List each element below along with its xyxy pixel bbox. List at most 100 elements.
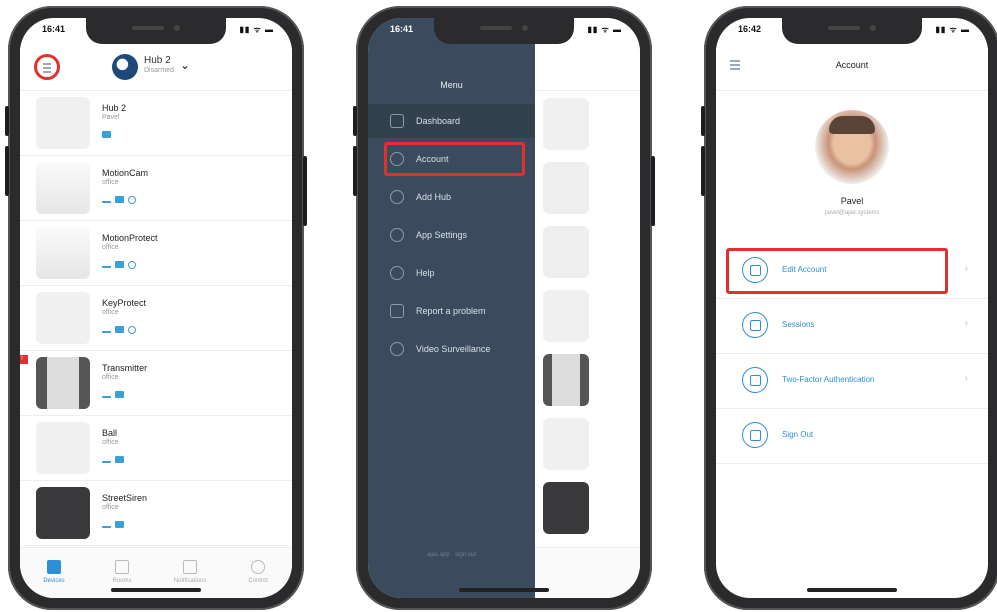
sessions-row[interactable]: Sessions › — [716, 299, 988, 354]
device-indicators — [102, 131, 111, 138]
menu-item-add-hub[interactable]: Add Hub — [368, 180, 535, 214]
status-icons: ▮▮ ᯤ ▬ — [935, 25, 970, 34]
list-item[interactable]: StreetSiren office — [20, 481, 292, 546]
gear-icon — [742, 257, 768, 283]
device-name: Ball — [102, 428, 118, 438]
list-item[interactable]: Hub 2 Pavel — [20, 91, 292, 156]
device-name: Hub 2 — [102, 103, 127, 113]
menu-item-label: Add Hub — [416, 192, 452, 202]
menu-item-video-surveillance[interactable]: Video Surveillance — [368, 332, 535, 366]
device-room: office — [102, 244, 119, 251]
menu-item-label: Video Surveillance — [416, 344, 491, 354]
menu-title: Menu — [440, 80, 463, 90]
device-indicators — [102, 391, 124, 398]
tab-control[interactable]: Control — [224, 548, 292, 598]
device-name: MotionProtect — [102, 233, 158, 243]
device-name: Transmitter — [102, 363, 148, 373]
menu-item-app-settings[interactable]: App Settings — [368, 218, 535, 252]
device-list: Hub 2 Pavel MotionCam office MotionProte… — [20, 91, 292, 546]
phone-account: 16:42 ▮▮ ᯤ ▬ Account Pavel pavel@ajax.sy… — [701, 6, 997, 610]
phone-menu: 16:41 ▮▮ ᯤ ▬ Menu Dashboard Account Add … — [353, 6, 655, 610]
list-item[interactable]: MotionProtect office — [20, 221, 292, 286]
phone-icon — [742, 312, 768, 338]
report-icon — [390, 304, 404, 318]
list-item[interactable]: MotionCam office — [20, 156, 292, 221]
user-email: pavel@ajax.systems — [824, 210, 880, 216]
status-icons: ▮▮ ᯤ ▬ — [239, 25, 274, 34]
settings-icon — [390, 228, 404, 242]
side-menu: Menu Dashboard Account Add Hub App Setti… — [368, 18, 535, 598]
row-label: Two-Factor Authentication — [782, 375, 875, 384]
menu-footer: ajax.app · sign out — [426, 552, 477, 558]
menu-item-report-problem[interactable]: Report a problem — [368, 294, 535, 328]
two-factor-row[interactable]: Two-Factor Authentication › — [716, 354, 988, 409]
chevron-right-icon: › — [964, 263, 968, 274]
phone-devices: 16:41 ▮▮ ᯤ ▬ Hub 2 Disarmed ⌄ Hub 2 Pave… — [5, 6, 307, 610]
device-list-background — [535, 18, 640, 598]
device-image — [36, 487, 90, 539]
device-image — [36, 292, 90, 344]
device-name: MotionCam — [102, 168, 149, 178]
devices-screen: 16:41 ▮▮ ᯤ ▬ Hub 2 Disarmed ⌄ Hub 2 Pave… — [20, 18, 292, 598]
account-icon — [390, 152, 404, 166]
device-image — [36, 422, 90, 474]
notifications-icon — [183, 560, 197, 574]
sign-out-icon — [742, 422, 768, 448]
status-time: 16:41 — [42, 24, 66, 34]
tab-label: Notifications — [173, 578, 207, 584]
account-screen: 16:42 ▮▮ ᯤ ▬ Account Pavel pavel@ajax.sy… — [716, 18, 988, 598]
status-time: 16:41 — [390, 24, 414, 34]
dashboard-icon — [390, 114, 404, 128]
status-time: 16:42 — [738, 24, 762, 34]
device-indicators — [102, 261, 136, 269]
tab-label: Control — [248, 578, 268, 584]
device-indicators — [102, 326, 136, 334]
menu-item-label: App Settings — [416, 230, 468, 240]
device-image — [36, 227, 90, 279]
video-icon — [390, 342, 404, 356]
device-room: office — [102, 309, 119, 316]
chevron-down-icon[interactable]: ⌄ — [180, 58, 190, 72]
devices-icon — [47, 560, 61, 574]
highlight-box — [384, 142, 525, 176]
rooms-icon — [115, 560, 129, 574]
row-label: Sign Out — [782, 430, 814, 439]
hub-name[interactable]: Hub 2 — [144, 55, 171, 66]
device-indicators — [102, 456, 124, 463]
device-name: KeyProtect — [102, 298, 147, 308]
list-item[interactable]: KeyProtect office — [20, 286, 292, 351]
menu-item-dashboard[interactable]: Dashboard — [368, 104, 535, 138]
device-room: office — [102, 504, 119, 511]
status-icons: ▮▮ ᯤ ▬ — [587, 25, 622, 34]
chevron-right-icon: › — [964, 373, 968, 384]
lock-icon — [742, 367, 768, 393]
menu-item-account[interactable]: Account — [368, 142, 535, 176]
hub-logo-icon — [112, 54, 138, 80]
menu-item-help[interactable]: Help — [368, 256, 535, 290]
user-name: Pavel — [840, 196, 864, 206]
tab-devices[interactable]: Devices — [20, 548, 88, 598]
hub-header: Hub 2 Disarmed ⌄ — [20, 46, 292, 91]
page-title: Account — [835, 60, 869, 70]
row-label: Edit Account — [782, 265, 827, 274]
menu-item-label: Report a problem — [416, 306, 486, 316]
device-room: Pavel — [102, 114, 120, 121]
device-room: office — [102, 179, 119, 186]
row-label: Sessions — [782, 320, 815, 329]
account-header: Account — [716, 46, 988, 91]
menu-screen: 16:41 ▮▮ ᯤ ▬ Menu Dashboard Account Add … — [368, 18, 640, 598]
sign-out-row[interactable]: Sign Out — [716, 409, 988, 464]
list-item[interactable]: ! Transmitter office — [20, 351, 292, 416]
device-indicators — [102, 196, 136, 204]
tab-label: Rooms — [112, 578, 132, 584]
device-room: office — [102, 439, 119, 446]
menu-button[interactable] — [34, 54, 60, 80]
menu-item-label: Account — [416, 154, 449, 164]
device-image — [36, 162, 90, 214]
list-item[interactable]: Ball office — [20, 416, 292, 481]
avatar — [815, 110, 889, 184]
menu-item-label: Dashboard — [416, 116, 461, 126]
help-icon — [390, 266, 404, 280]
edit-account-row[interactable]: Edit Account › — [716, 244, 988, 299]
hub-status: Disarmed — [144, 67, 174, 74]
